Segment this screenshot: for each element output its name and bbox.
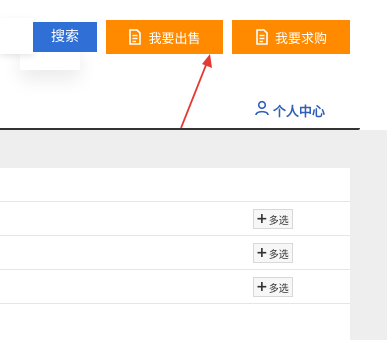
- buy-request-button[interactable]: 我要求购: [232, 20, 350, 54]
- document-icon: [255, 29, 269, 45]
- multi-select-label: 多选: [268, 283, 289, 295]
- table-row: + 多选: [0, 269, 350, 302]
- table-row: [0, 303, 350, 336]
- page: 搜索 我要出售 我要求购 个人中心 + 多选 + 多选 + 多选: [0, 0, 387, 340]
- user-icon: [254, 100, 270, 120]
- multi-select-button[interactable]: + 多选: [253, 277, 293, 297]
- plus-icon: +: [256, 279, 268, 295]
- table-row: + 多选: [0, 201, 350, 234]
- plus-icon: +: [256, 211, 268, 227]
- user-center-link[interactable]: 个人中心: [254, 100, 325, 120]
- table-panel: + 多选 + 多选 + 多选: [0, 168, 350, 340]
- multi-select-button[interactable]: + 多选: [253, 243, 293, 263]
- sell-button-label: 我要出售: [148, 31, 201, 47]
- user-center-label: 个人中心: [273, 104, 326, 120]
- site-header: 搜索 我要出售 我要求购 个人中心: [0, 0, 387, 130]
- multi-select-label: 多选: [268, 249, 289, 261]
- plus-icon: +: [256, 245, 268, 261]
- document-icon: [128, 29, 142, 45]
- search-button[interactable]: 搜索: [33, 22, 97, 52]
- table-row: + 多选: [0, 235, 350, 268]
- multi-select-button[interactable]: + 多选: [253, 209, 293, 229]
- multi-select-label: 多选: [268, 215, 289, 227]
- buy-request-button-label: 我要求购: [274, 31, 327, 47]
- sell-button[interactable]: 我要出售: [106, 20, 223, 54]
- search-input[interactable]: [0, 18, 34, 54]
